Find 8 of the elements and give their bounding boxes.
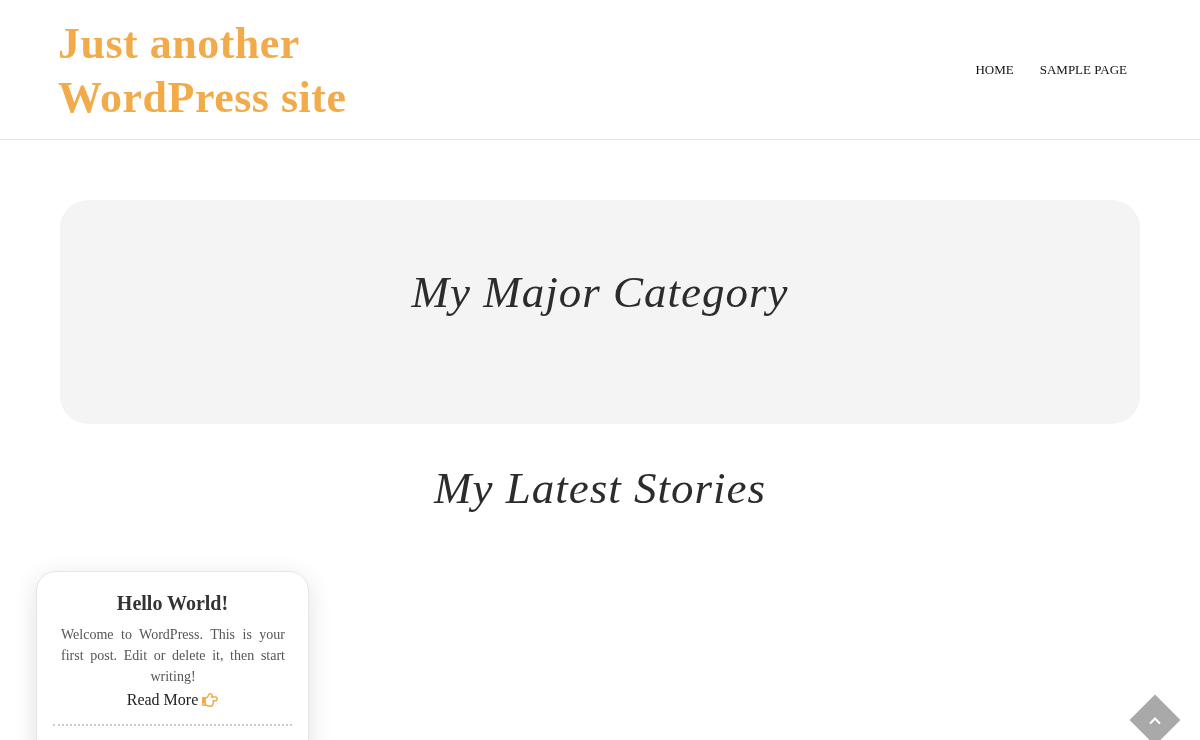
section-heading: My Latest Stories bbox=[434, 462, 766, 515]
read-more-link[interactable]: Read More bbox=[126, 689, 219, 711]
nav-link[interactable]: HOME bbox=[975, 61, 1014, 79]
nav-link[interactable]: SAMPLE PAGE bbox=[1039, 61, 1127, 79]
post-title: Hello World! bbox=[116, 591, 229, 616]
pointing-hand-icon bbox=[202, 692, 219, 708]
post-excerpt: Welcome to WordPress. This is your first post. Edit or delete it, then start writing! bbox=[61, 626, 285, 686]
banner-title: My Major Category bbox=[411, 266, 789, 319]
